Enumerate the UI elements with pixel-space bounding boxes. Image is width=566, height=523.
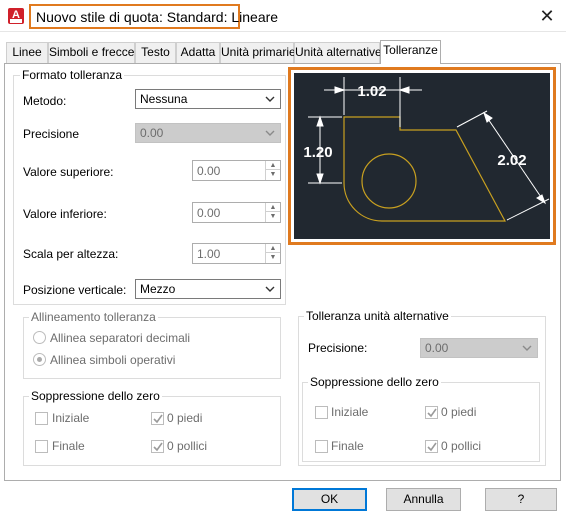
alt-leading-zero-checkbox[interactable]	[315, 406, 328, 419]
zero-suppression-group	[23, 396, 281, 466]
trailing-zero-label: Finale	[52, 439, 85, 453]
tolerance-format-group	[13, 75, 286, 305]
autocad-app-icon: A	[8, 8, 24, 24]
method-value: Nessuna	[140, 92, 188, 106]
precision-dropdown[interactable]: 0.00	[135, 123, 281, 143]
tab-unita-alternative[interactable]: Unità alternative	[294, 42, 382, 63]
dimension-preview: 1.02 1.20 2.02	[294, 73, 550, 239]
tolerance-alignment-title: Allineamento tolleranza	[29, 310, 158, 324]
feet-zero-label: 0 piedi	[167, 411, 203, 425]
method-dropdown[interactable]: Nessuna	[135, 89, 281, 109]
height-scale-label: Scala per altezza:	[23, 247, 119, 261]
alt-inches-zero-checkbox[interactable]	[425, 440, 438, 453]
checkmark-icon	[153, 442, 163, 452]
close-icon: ✕	[539, 6, 555, 26]
close-button[interactable]: ✕	[536, 6, 558, 26]
lower-value: 0.00	[197, 206, 221, 220]
lower-value-spinner[interactable]: 0.00 ▲ ▼	[192, 202, 281, 223]
spin-down-icon[interactable]: ▼	[266, 170, 280, 179]
leading-zero-label: Iniziale	[52, 411, 90, 425]
method-label: Metodo:	[23, 94, 67, 108]
inches-zero-label: 0 pollici	[167, 439, 208, 453]
precision-value: 0.00	[140, 126, 164, 140]
alt-feet-zero-checkbox[interactable]	[425, 406, 438, 419]
chevron-down-icon	[265, 96, 275, 102]
tab-adatta[interactable]: Adatta	[176, 42, 220, 63]
height-scale-value: 1.00	[197, 247, 221, 261]
spin-up-icon[interactable]: ▲	[266, 161, 280, 170]
feet-zero-checkbox[interactable]	[151, 412, 164, 425]
spin-down-icon[interactable]: ▼	[266, 212, 280, 221]
alt-feet-zero-label: 0 piedi	[441, 405, 477, 419]
help-button[interactable]: ?	[485, 488, 557, 511]
trailing-zero-checkbox[interactable]	[35, 440, 48, 453]
spin-up-icon[interactable]: ▲	[266, 203, 280, 212]
checkmark-icon	[153, 414, 163, 424]
alt-precision-dropdown[interactable]: 0.00	[420, 338, 538, 358]
dim-top-text: 1.02	[357, 83, 386, 100]
alt-leading-zero-label: Iniziale	[331, 405, 369, 419]
vertical-position-value: Mezzo	[140, 282, 176, 296]
chevron-down-icon	[265, 130, 275, 136]
spin-down-icon[interactable]: ▼	[266, 253, 280, 262]
checkmark-icon	[427, 408, 437, 418]
alt-trailing-zero-checkbox[interactable]	[315, 440, 328, 453]
alt-precision-label: Precisione:	[308, 341, 368, 355]
upper-value-spinner[interactable]: 0.00 ▲ ▼	[192, 160, 281, 181]
dim-diag-text: 2.02	[497, 152, 526, 169]
align-symbols-radio[interactable]	[33, 353, 46, 366]
upper-value-label: Valore superiore:	[23, 165, 114, 179]
checkmark-icon	[427, 442, 437, 452]
chevron-down-icon	[522, 345, 532, 351]
lower-value-label: Valore inferiore:	[23, 207, 107, 221]
alt-precision-value: 0.00	[425, 341, 449, 355]
alt-zero-suppression-title: Soppressione dello zero	[308, 375, 441, 389]
alt-inches-zero-label: 0 pollici	[441, 439, 482, 453]
spin-up-icon[interactable]: ▲	[266, 244, 280, 253]
preview-drawing: 1.02 1.20 2.02	[303, 77, 550, 222]
tab-unita-primarie[interactable]: Unità primarie	[220, 42, 296, 63]
align-decimal-radio[interactable]	[33, 331, 46, 344]
align-decimal-label: Allinea separatori decimali	[50, 331, 191, 345]
height-scale-spinner[interactable]: 1.00 ▲ ▼	[192, 243, 281, 264]
window-title: Nuovo stile di quota: Standard: Lineare	[29, 4, 278, 29]
chevron-down-icon	[265, 286, 275, 292]
tab-linee[interactable]: Linee	[6, 42, 48, 63]
align-symbols-label: Allinea simboli operativi	[50, 353, 176, 367]
tolerance-format-title: Formato tolleranza	[20, 68, 125, 82]
dim-left-text: 1.20	[303, 144, 332, 161]
leading-zero-checkbox[interactable]	[35, 412, 48, 425]
upper-value: 0.00	[197, 164, 221, 178]
alt-trailing-zero-label: Finale	[331, 439, 364, 453]
tab-simboli-e-frecce[interactable]: Simboli e frecce	[48, 42, 135, 63]
cancel-button[interactable]: Annulla	[386, 488, 461, 511]
zero-suppression-title: Soppressione dello zero	[29, 389, 162, 403]
tab-testo[interactable]: Testo	[135, 42, 176, 63]
inches-zero-checkbox[interactable]	[151, 440, 164, 453]
vertical-position-dropdown[interactable]: Mezzo	[135, 279, 281, 299]
vertical-position-label: Posizione verticale:	[23, 283, 127, 297]
tolerance-alignment-group	[23, 317, 281, 379]
tab-tolleranze[interactable]: Tolleranze	[380, 40, 441, 64]
precision-label: Precisione	[23, 127, 80, 141]
alt-tolerance-title: Tolleranza unità alternative	[304, 309, 451, 323]
ok-button[interactable]: OK	[292, 488, 367, 511]
preview-geometry	[343, 116, 507, 222]
